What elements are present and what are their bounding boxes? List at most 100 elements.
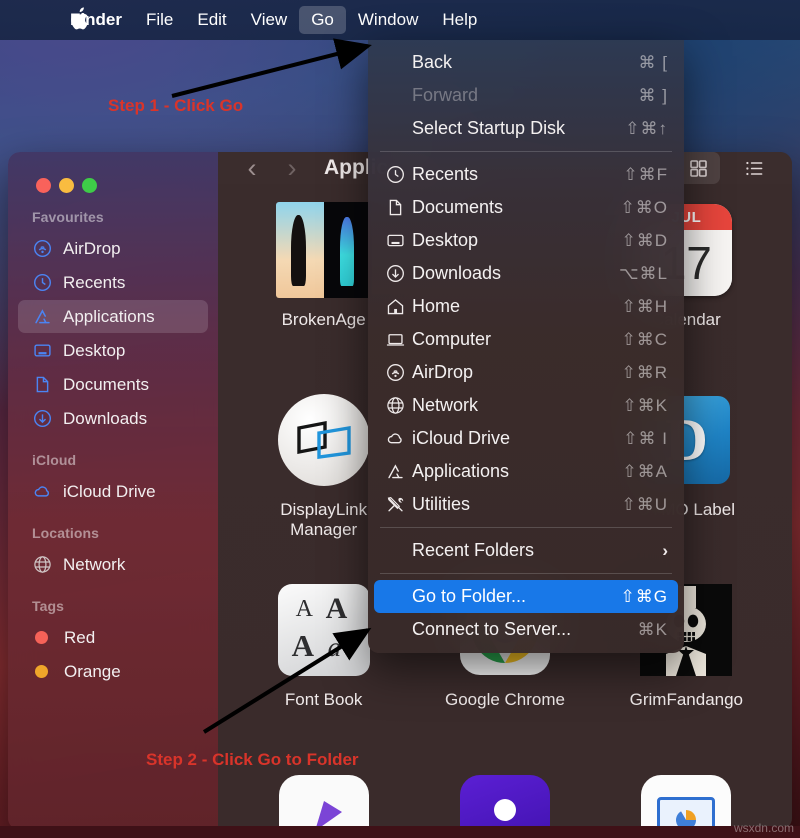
applications-icon <box>386 462 412 481</box>
home-icon <box>386 297 412 316</box>
download-icon <box>32 409 52 429</box>
cloud-icon <box>32 482 52 502</box>
menu-item-go-to-folder[interactable]: Go to Folder... ⇧⌘G <box>374 580 678 613</box>
document-icon <box>32 375 52 395</box>
menu-item-documents[interactable]: Documents ⇧⌘O <box>374 191 678 224</box>
globe-icon <box>32 555 52 575</box>
menu-item-icloud-drive[interactable]: iCloud Drive ⇧⌘ I <box>374 422 678 455</box>
sidebar-group-favourites: Favourites <box>32 209 104 225</box>
keynote-app-icon <box>636 770 736 830</box>
menu-item-select-startup-disk[interactable]: Select Startup Disk ⇧⌘↑ <box>374 112 678 145</box>
menu-item-applications[interactable]: Applications ⇧⌘A <box>374 455 678 488</box>
app-label: BrokenAge <box>281 310 366 329</box>
applications-icon <box>32 307 52 327</box>
step1-annotation: Step 1 - Click Go <box>108 96 244 115</box>
bottom-bar <box>0 826 800 838</box>
menu-item-window[interactable]: Window <box>346 6 430 34</box>
sidebar-group-icloud: iCloud <box>32 452 77 468</box>
menu-item-airdrop[interactable]: AirDrop ⇧⌘R <box>374 356 678 389</box>
menu-item-computer[interactable]: Computer ⇧⌘C <box>374 323 678 356</box>
clock-icon <box>32 273 52 293</box>
app-item[interactable] <box>601 762 772 830</box>
app-item[interactable] <box>238 762 409 830</box>
sidebar-item-icloud-drive[interactable]: iCloud Drive <box>18 475 208 508</box>
menu-item-help[interactable]: Help <box>430 6 489 34</box>
list-view-button[interactable] <box>732 152 776 184</box>
app-label: GrimFandango <box>629 690 744 709</box>
sidebar-item-applications[interactable]: Applications <box>18 300 208 333</box>
displaylink-app-icon <box>274 390 374 490</box>
computer-icon <box>386 330 412 349</box>
menu-separator <box>380 573 672 574</box>
menu-item-downloads[interactable]: Downloads ⌥⌘L <box>374 257 678 290</box>
app-label: Google Chrome <box>444 690 565 709</box>
document-icon <box>386 198 412 217</box>
sidebar-item-airdrop[interactable]: AirDrop <box>18 232 208 265</box>
menu-item-utilities[interactable]: Utilities ⇧⌘U <box>374 488 678 521</box>
menu-item-back[interactable]: Back ⌘ [ <box>374 46 678 79</box>
sidebar-item-label: Documents <box>63 374 149 394</box>
cloud-icon <box>386 429 412 448</box>
menu-item-desktop[interactable]: Desktop ⇧⌘D <box>374 224 678 257</box>
tag-dot-orange-icon <box>35 665 48 678</box>
purple-app-icon <box>455 770 555 830</box>
menu-item-connect-to-server[interactable]: Connect to Server... ⌘K <box>374 613 678 646</box>
sidebar-item-recents[interactable]: Recents <box>18 266 208 299</box>
watermark: wsxdn.com <box>733 821 794 835</box>
minimize-button[interactable] <box>59 178 74 193</box>
sidebar-item-tag-orange[interactable]: Orange <box>18 655 208 688</box>
sidebar-item-label: Red <box>64 627 96 647</box>
menu-item-recents[interactable]: Recents ⇧⌘F <box>374 158 678 191</box>
fontbook-app-icon: AAAa <box>274 580 374 680</box>
sidebar-item-label: Desktop <box>63 340 126 360</box>
sidebar-item-label: Orange <box>64 661 121 681</box>
menu-item-network[interactable]: Network ⇧⌘K <box>374 389 678 422</box>
download-icon <box>386 264 412 283</box>
menu-item-forward: Forward ⌘ ] <box>412 85 668 105</box>
apple-logo-icon[interactable] <box>70 6 92 32</box>
chevron-left-icon[interactable]: ‹ <box>238 154 266 182</box>
menu-bar: Finder File Edit View Go Window Help <box>0 0 800 40</box>
brokenage-app-icon <box>274 200 374 300</box>
sidebar-group-tags: Tags <box>32 598 65 614</box>
screen: Finder File Edit View Go Window Help Fav… <box>0 0 800 838</box>
app-item[interactable] <box>419 762 590 830</box>
globe-icon <box>386 396 412 415</box>
step2-annotation: Step 2 - Click Go to Folder <box>146 750 359 769</box>
desktop-icon <box>386 231 412 250</box>
utilities-icon <box>386 495 412 514</box>
sidebar-item-desktop[interactable]: Desktop <box>18 334 208 367</box>
sidebar-item-label: Recents <box>63 272 126 292</box>
sidebar-item-network[interactable]: Network <box>18 548 208 581</box>
sidebar-item-label: Downloads <box>63 408 148 428</box>
sidebar-item-label: AirDrop <box>63 238 121 258</box>
menu-item-go[interactable]: Go <box>299 6 346 34</box>
airdrop-icon <box>386 363 412 382</box>
menu-item-edit[interactable]: Edit <box>185 6 238 34</box>
sidebar-item-tag-red[interactable]: Red <box>18 621 208 654</box>
desktop-icon <box>32 341 52 361</box>
menu-item-view[interactable]: View <box>239 6 300 34</box>
sidebar-item-downloads[interactable]: Downloads <box>18 402 208 435</box>
close-button[interactable] <box>36 178 51 193</box>
menu-item-file[interactable]: File <box>134 6 185 34</box>
tag-dot-red-icon <box>35 631 48 644</box>
airdrop-icon <box>32 239 52 259</box>
chevron-right-icon: › <box>662 540 668 560</box>
sidebar-item-label: iCloud Drive <box>63 481 156 501</box>
menu-item-recent-folders[interactable]: Recent Folders › <box>374 534 678 567</box>
clock-icon <box>386 165 412 184</box>
sidebar-item-label: Applications <box>63 306 155 326</box>
finder-sidebar: Favourites AirDrop Recents Applications <box>8 152 218 830</box>
go-dropdown-menu: Back ⌘ [ Forward ⌘ ] Select Startup Disk… <box>368 40 684 653</box>
menu-item-home[interactable]: Home ⇧⌘H <box>374 290 678 323</box>
chevron-right-icon[interactable]: › <box>278 154 306 182</box>
menu-separator <box>380 527 672 528</box>
app-label: Font Book <box>284 690 363 709</box>
menu-separator <box>380 151 672 152</box>
sidebar-item-label: Network <box>63 554 126 574</box>
sidebar-item-documents[interactable]: Documents <box>18 368 208 401</box>
zoom-button[interactable] <box>82 178 97 193</box>
safari-app-icon <box>274 770 374 830</box>
sidebar-group-locations: Locations <box>32 525 100 541</box>
